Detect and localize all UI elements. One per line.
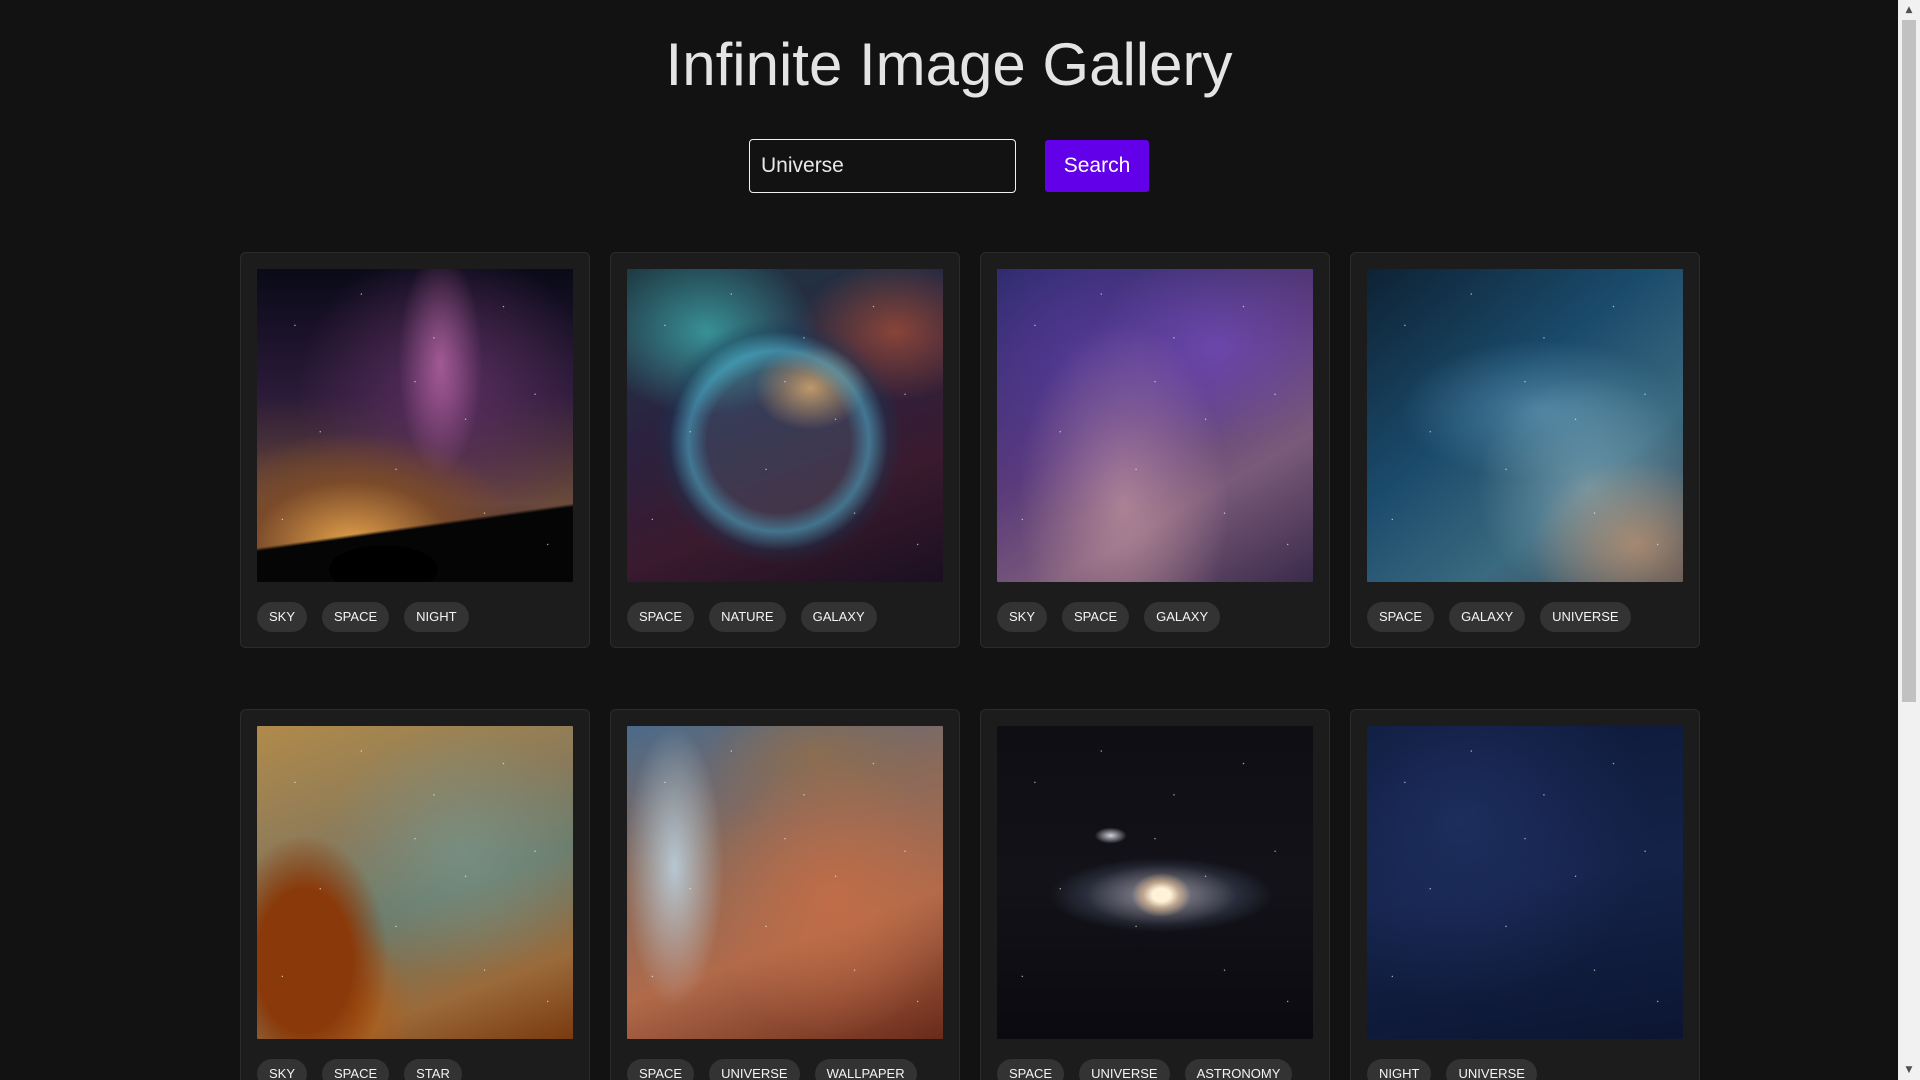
tag-list: SPACE UNIVERSE ASTRONOMY xyxy=(997,1059,1313,1080)
image-card: NIGHT UNIVERSE xyxy=(1350,709,1700,1080)
tag-list: SKY SPACE NIGHT xyxy=(257,602,573,632)
tag-chip[interactable]: SKY xyxy=(257,602,308,632)
scrollbar-thumb[interactable] xyxy=(1902,20,1916,702)
image-card: SKY SPACE NIGHT xyxy=(240,252,590,648)
tag-chip[interactable]: SKY xyxy=(257,1059,308,1080)
tag-chip[interactable]: NIGHT xyxy=(1367,1059,1432,1080)
scroll-down-icon[interactable]: ▼ xyxy=(1898,1060,1920,1080)
tag-chip[interactable]: NATURE xyxy=(709,602,786,632)
tag-list: SKY SPACE STAR xyxy=(257,1059,573,1080)
image-card: SPACE GALAXY UNIVERSE xyxy=(1350,252,1700,648)
tag-chip[interactable]: SKY xyxy=(997,602,1048,632)
image-card: SPACE UNIVERSE WALLPAPER xyxy=(610,709,960,1080)
tag-chip[interactable]: SPACE xyxy=(1367,602,1435,632)
tag-chip[interactable]: UNIVERSE xyxy=(1540,602,1631,632)
tag-chip[interactable]: SPACE xyxy=(627,1059,695,1080)
tag-list: NIGHT UNIVERSE xyxy=(1367,1059,1683,1080)
image-card: SKY SPACE GALAXY xyxy=(980,252,1330,648)
image-grid: SKY SPACE NIGHT SPACE NATURE GALAXY SKY … xyxy=(240,252,1700,1080)
tag-chip[interactable]: SPACE xyxy=(627,602,695,632)
tag-chip[interactable]: SPACE xyxy=(997,1059,1065,1080)
image-card: SPACE NATURE GALAXY xyxy=(610,252,960,648)
image-card: SKY SPACE STAR xyxy=(240,709,590,1080)
tag-chip[interactable]: UNIVERSE xyxy=(1446,1059,1537,1080)
tag-chip[interactable]: WALLPAPER xyxy=(814,1059,917,1080)
search-input[interactable] xyxy=(749,139,1016,193)
tag-list: SPACE NATURE GALAXY xyxy=(627,602,943,632)
tag-chip[interactable]: NIGHT xyxy=(404,602,469,632)
tag-chip[interactable]: STAR xyxy=(404,1059,462,1080)
tag-chip[interactable]: UNIVERSE xyxy=(709,1059,800,1080)
image-card: SPACE UNIVERSE ASTRONOMY xyxy=(980,709,1330,1080)
tag-list: SKY SPACE GALAXY xyxy=(997,602,1313,632)
tag-chip[interactable]: UNIVERSE xyxy=(1079,1059,1170,1080)
search-button[interactable]: Search xyxy=(1045,140,1149,192)
tag-chip[interactable]: SPACE xyxy=(322,1059,390,1080)
gallery-page: Infinite Image Gallery Search SKY SPACE … xyxy=(0,0,1920,1080)
tag-chip[interactable]: GALAXY xyxy=(1144,602,1221,632)
tag-chip[interactable]: SPACE xyxy=(1062,602,1130,632)
page-title: Infinite Image Gallery xyxy=(665,31,1233,98)
tag-chip[interactable]: GALAXY xyxy=(1449,602,1526,632)
tag-list: SPACE UNIVERSE WALLPAPER xyxy=(627,1059,943,1080)
tag-chip[interactable]: GALAXY xyxy=(800,602,877,632)
tag-chip[interactable]: ASTRONOMY xyxy=(1184,1059,1293,1080)
tag-chip[interactable]: SPACE xyxy=(322,602,390,632)
tag-list: SPACE GALAXY UNIVERSE xyxy=(1367,602,1683,632)
vertical-scrollbar[interactable]: ▲ ▼ xyxy=(1898,0,1920,1080)
search-bar: Search xyxy=(749,139,1149,193)
scroll-up-icon[interactable]: ▲ xyxy=(1898,0,1920,20)
